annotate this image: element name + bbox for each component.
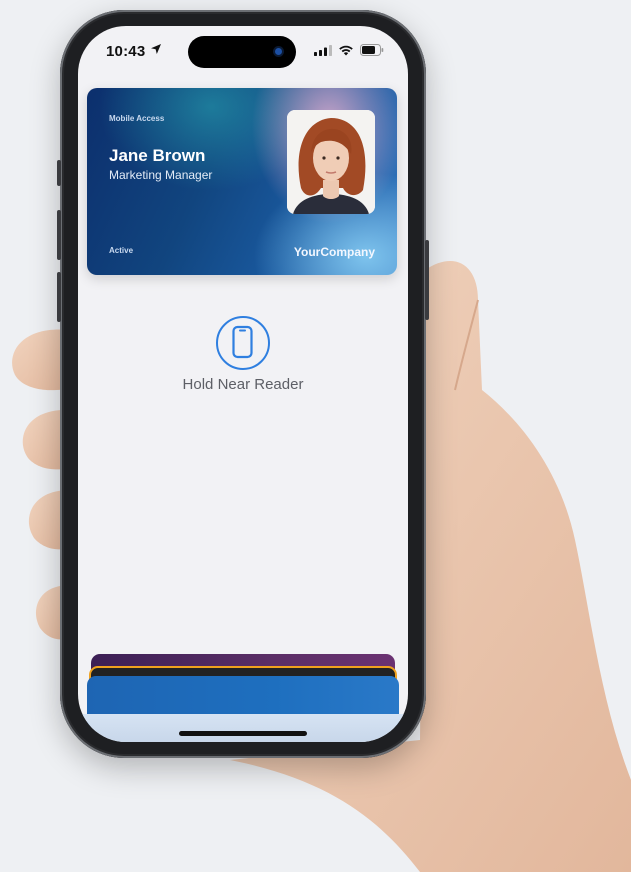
status-time: 10:43 (106, 43, 146, 60)
profile-photo (287, 110, 375, 214)
card-eyebrow: Mobile Access (109, 114, 165, 123)
phone-nfc-icon (216, 316, 270, 370)
volume-down-button[interactable] (57, 272, 61, 322)
status-icons (314, 44, 384, 56)
power-button[interactable] (425, 240, 429, 320)
bottom-fade (78, 714, 408, 742)
card-holder-role: Marketing Manager (109, 168, 213, 182)
card-holder-name: Jane Brown (109, 146, 206, 165)
hold-near-reader-label: Hold Near Reader (182, 376, 304, 393)
wifi-icon (339, 45, 353, 56)
volume-up-button[interactable] (57, 210, 61, 260)
camera-dot (275, 48, 282, 55)
cellular-signal-icon (314, 44, 332, 56)
battery-icon (360, 44, 384, 56)
card-company: YourCompany (293, 245, 375, 259)
access-card[interactable]: Mobile Access Jane Brown Marketing Manag… (87, 88, 397, 275)
mute-switch (57, 160, 61, 186)
phone-screen: 10:43 Mobile Access Jane Brown Marketing… (78, 26, 408, 742)
portrait-image (287, 110, 375, 214)
home-indicator[interactable] (179, 731, 307, 736)
location-arrow-icon (151, 44, 161, 54)
dynamic-island (188, 36, 296, 68)
card-status: Active (109, 246, 134, 255)
